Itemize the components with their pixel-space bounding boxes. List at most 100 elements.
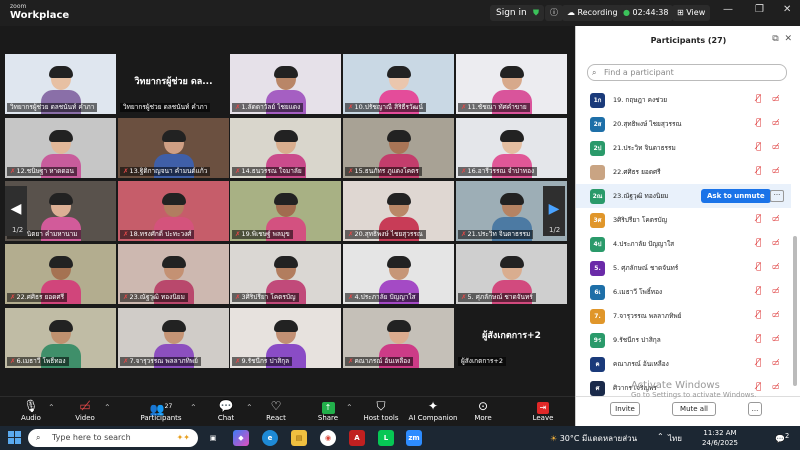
video-tile[interactable]: ✗4.ประภาลัย ปัญญาใส [343,244,454,304]
video-tile[interactable]: ✗19.พิเชษฐ์ พลมุข [230,181,341,241]
camera-off-icon[interactable]: ▭̸ [772,286,780,295]
panel-close-icon[interactable]: ✕ [784,34,792,44]
popout-icon[interactable]: ⧉ [772,34,778,44]
camera-off-icon[interactable]: ▭̸ [772,334,780,343]
video-tile[interactable]: ✗20.สุทธิพงษ์ ไชยสุวรรณ [343,181,454,241]
video-tile[interactable]: วิทยากรผู้ช่วย ดล... วิทยากรผู้ช่วย ดลชนั… [118,54,229,114]
mic-muted-icon[interactable]: 🎙̸ [756,214,761,224]
acrobat-icon[interactable]: A [349,430,365,446]
video-tile[interactable]: ✗12.ชนิษฐา หาดดอน [5,118,116,178]
mic-muted-icon[interactable]: 🎙̸ [756,166,761,176]
video-tile[interactable]: ✗3ศิริปรียา โคตรบัญ [230,244,341,304]
host-tools-button[interactable]: ⛉ Host tools [356,399,406,423]
mic-muted-icon[interactable]: 🎙̸ [756,238,761,248]
ask-to-unmute-button[interactable]: Ask to unmute [701,189,771,203]
video-tile[interactable]: ✗18.ทรงศักดิ์ ปะทะวงศ์ [118,181,229,241]
camera-off-icon[interactable]: ▭̸ [772,262,780,271]
close-icon[interactable]: ✕ [783,4,791,15]
tray-chevron-icon[interactable]: ⌃ [657,432,664,441]
video-tile[interactable]: ✗16.อารีวรรณ จำปาทอง [456,118,567,178]
video-tile[interactable]: ✗11.ชัชณา ทัศคำขาย [456,54,567,114]
participants-chevron-icon[interactable]: ⌃ [190,403,197,412]
video-tile[interactable]: ✗7.จารุวรรณ พลลาภทิพย์ [118,308,229,368]
video-button[interactable]: ▭̸ Video [60,399,110,423]
camera-off-icon[interactable]: ▭̸ [772,310,780,319]
notification-icon[interactable]: 💬2 [775,432,789,444]
camera-off-icon[interactable]: ▭̸ [772,142,780,151]
video-tile[interactable]: ✗10.ปรัชญาณี สิริธีรวัฒน์ [343,54,454,114]
camera-off-icon[interactable]: ▭̸ [772,166,780,175]
participant-row[interactable]: 3ศ 3ศิริปรียา โคตรบัญ 🎙̸ ▭̸ [576,208,791,232]
video-tile[interactable]: ✗คณาภรณ์ อ้นเหลือง [343,308,454,368]
participant-row[interactable]: 7. 7.จารุวรรณ พลลาภทิพย์ 🎙̸ ▭̸ [576,304,791,328]
video-tile[interactable]: ✗13.ฐิติกาญจนา คำมนต์แก้ว [118,118,229,178]
video-tile[interactable]: ✗5. ศุภลักษณ์ ชาดจันทร์ [456,244,567,304]
camera-off-icon[interactable]: ▭̸ [772,382,780,391]
mic-muted-icon[interactable]: 🎙̸ [756,118,761,128]
row-more-icon[interactable]: ··· [770,190,784,202]
camera-off-icon[interactable]: ▭̸ [772,94,780,103]
participants-button[interactable]: 👥27 Participants [136,399,186,423]
participant-row[interactable]: 1ก 19. กฤษฎา คงช่วย 🎙̸ ▭̸ [576,88,791,112]
participant-search-input[interactable]: ⌕ Find a participant [587,64,787,81]
video-tile[interactable]: ✗1.ลัดดาวัลย์ ไชยแดง [230,54,341,114]
participant-row[interactable]: 4ป 4.ประภาลัย ปัญญาใส 🎙̸ ▭̸ [576,232,791,256]
participant-row[interactable]: ค คณาภรณ์ อ้นเหลือง 🎙̸ ▭̸ [576,352,791,376]
line-icon[interactable]: L [378,430,394,446]
mic-muted-icon[interactable]: 🎙̸ [756,334,761,344]
participant-row[interactable]: 6เ 6.เมธาวี โพธิ์ทอง 🎙̸ ▭̸ [576,280,791,304]
panel-more-button[interactable]: ... [748,402,762,416]
chat-button[interactable]: 💬 Chat [201,399,251,423]
minimize-icon[interactable]: — [723,4,733,15]
video-tile[interactable]: วิทยากรผู้ช่วย ดลชนันท์ คำภา [5,54,116,114]
windows-start-icon[interactable] [8,431,22,445]
file-explorer-icon[interactable]: ▤ [291,430,307,446]
taskbar-search[interactable]: ⌕ Type here to search ✦✦ [28,429,198,447]
video-tile[interactable]: ผู้สังเกตการ+2 ผู้สังเกตการ+2 [456,308,567,368]
video-tile[interactable]: ✗22.ศศิธร ยอดศรี [5,244,116,304]
mic-muted-icon[interactable]: 🎙̸ [756,142,761,152]
camera-off-icon[interactable]: ▭̸ [772,118,780,127]
participant-row[interactable]: 22.ศศิธร ยอดศรี 🎙̸ ▭̸ [576,160,791,184]
share-chevron-icon[interactable]: ⌃ [346,403,353,412]
participant-row[interactable]: 2ณ 23.ณัฐวุฒิ ทองนิยม Ask to unmute ··· [576,184,791,208]
video-tile[interactable]: ✗23.ณัฐวุฒิ ทองนิยม [118,244,229,304]
camera-off-icon[interactable]: ▭̸ [772,358,780,367]
ai-companion-button[interactable]: ✦ AI Companion [405,399,461,423]
react-button[interactable]: ♡ React [251,399,301,423]
mic-muted-icon[interactable]: 🎙̸ [756,358,761,368]
task-view-icon[interactable]: ▣ [205,430,221,446]
mic-muted-icon[interactable]: 🎙̸ [756,310,761,320]
invite-button[interactable]: Invite [610,402,640,416]
mic-muted-icon[interactable]: 🎙̸ [756,94,761,104]
video-tile[interactable]: ✗15.ธนภัทร ภูแดงโคตร [343,118,454,178]
participant-row[interactable]: 5. 5. ศุภลักษณ์ ชาดจันทร์ 🎙̸ ▭̸ [576,256,791,280]
zoom-icon[interactable]: zm [406,430,422,446]
taskbar-clock[interactable]: 11:32 AM 24/6/2025 [700,428,740,448]
audio-options-chevron-icon[interactable]: ⌃ [48,403,55,412]
weather-widget[interactable]: ☀ 30°C มีแดดหลายส่วน [550,432,637,445]
edge-icon[interactable]: e [262,430,278,446]
participant-row[interactable]: 9ร 9.รัชนีกร ปาสิกุล 🎙̸ ▭̸ [576,328,791,352]
view-button[interactable]: ⊞ View [672,5,711,21]
language-indicator[interactable]: ไทย [668,432,682,445]
maximize-icon[interactable]: ❐ [755,4,764,15]
security-shield-icon[interactable]: ⛊ [528,5,544,21]
mic-muted-icon[interactable]: 🎙̸ [756,286,761,296]
panel-scrollbar[interactable] [793,236,797,386]
participant-row[interactable]: ศ ศิวากร เจริญพร 🎙̸ ▭̸ [576,376,791,396]
mic-muted-icon[interactable]: 🎙̸ [756,382,761,392]
video-tile[interactable]: ✗14.ธนวรรณ ใจมาลัย [230,118,341,178]
copilot-icon[interactable]: ◆ [233,430,249,446]
chrome-icon[interactable]: ◉ [320,430,336,446]
more-button[interactable]: ⊙ More [458,399,508,423]
video-options-chevron-icon[interactable]: ⌃ [104,403,111,412]
camera-off-icon[interactable]: ▭̸ [772,238,780,247]
participant-row[interactable]: 2ป 21.ประวิท จินดาธรรม 🎙̸ ▭̸ [576,136,791,160]
sign-in-button[interactable]: Sign in [490,5,533,21]
video-tile[interactable]: ✗9.รัชนีกร ปาสิกุล [230,308,341,368]
camera-off-icon[interactable]: ▭̸ [772,214,780,223]
info-icon[interactable]: ⓘ [545,5,563,21]
video-tile[interactable]: ✗6.เมธาวี โพธิ์ทอง [5,308,116,368]
participant-row[interactable]: 2ส 20.สุทธิพงษ์ ไชยสุวรรณ 🎙̸ ▭̸ [576,112,791,136]
